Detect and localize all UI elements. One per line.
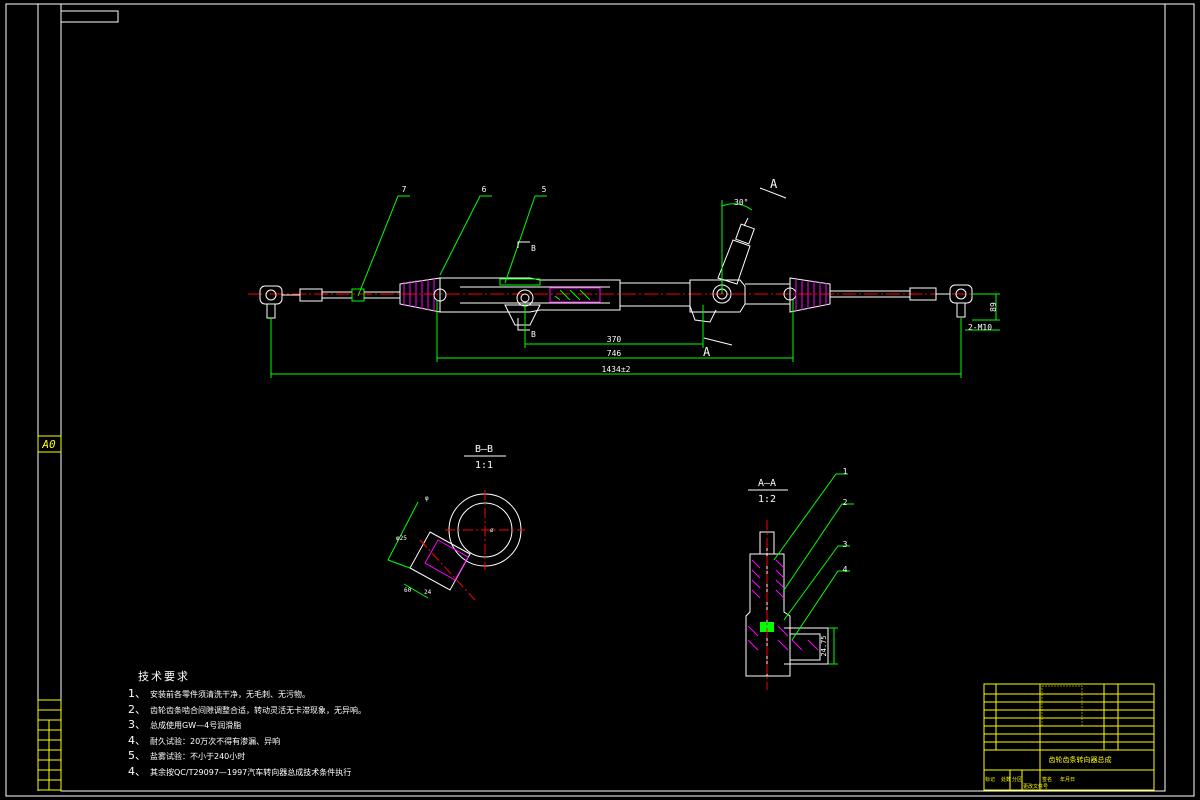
right-tie-rod-end (830, 284, 973, 318)
margin-stamp-block (37, 699, 62, 791)
left-boot (399, 277, 447, 313)
section-mark-a-top: A (770, 177, 778, 191)
section-cut-lines (517, 187, 787, 346)
section-aa-balloon-2: 2 (843, 498, 848, 507)
left-tie-rod (351, 288, 400, 302)
section-bb-dim4: ø (490, 527, 494, 534)
rack-housing (439, 277, 690, 326)
section-aa-balloon-1: 1 (843, 467, 848, 476)
tech-note-1: 1、 安装前各零件须清洗干净，无毛刺、无污物。 (128, 687, 310, 700)
section-bb-dim2: φ25 (396, 535, 407, 542)
balloon-7: 7 (402, 185, 407, 194)
section-aa-scale: 1:2 (758, 494, 776, 505)
svg-text:更改文件号: 更改文件号 (1023, 783, 1048, 790)
dim-thread: 2-M10 (968, 323, 992, 332)
dimension-lines (270, 293, 1000, 378)
svg-text:分区: 分区 (1012, 776, 1022, 783)
tech-note-6: 4、 其余按QC/T29097—1997汽车转向器总成技术条件执行 (128, 764, 352, 778)
section-mark-a-bottom: A (703, 345, 711, 359)
svg-text:标记: 标记 (985, 776, 995, 783)
svg-text:年月日: 年月日 (1060, 776, 1075, 783)
section-aa-dim: 24.75 (820, 635, 828, 656)
svg-text:签名: 签名 (1042, 776, 1052, 783)
tech-note-4: 4、 耐久试验：20万次不得有渗漏、异响 (128, 733, 281, 747)
right-boot (745, 277, 831, 313)
section-aa-title: A—A (758, 478, 776, 489)
section-bb-view: B—B 1:1 φ φ25 60 ø 24 (387, 444, 525, 601)
section-bb-dim5: 24 (424, 589, 432, 596)
section-aa-balloon-4: 4 (843, 565, 848, 574)
title-block (983, 683, 1155, 791)
technical-requirements: 技术要求 1、 安装前各零件须清洗干净，无毛刺、无污物。 2、 齿轮齿条啮合间隙调整… (128, 668, 366, 780)
title-block-parts-list (1041, 685, 1083, 727)
section-bb-dim3: 60 (404, 587, 412, 594)
dim-746: 746 (607, 349, 622, 358)
tech-notes-title: 技术要求 (138, 670, 190, 683)
section-mark-b-top: B (531, 244, 536, 253)
dim-89: 89 (989, 302, 998, 312)
tech-note-2: 2、 齿轮齿条啮合间隙调整合适，转动灵活无卡滞现象，无异响。 (128, 702, 366, 716)
section-mark-b-bottom: B (531, 330, 536, 339)
leader-lines (357, 195, 547, 297)
title-block-drawing-name: 齿轮齿条转向器总成 (1049, 755, 1112, 764)
section-bb-dim1: φ (425, 495, 429, 502)
section-bb-title: B—B (475, 444, 493, 455)
balloon-6: 6 (482, 185, 487, 194)
section-aa-view: A—A 1:2 1 2 3 4 24.75 (745, 467, 854, 690)
dim-370: 370 (607, 335, 622, 344)
tech-note-5: 5、 盐雾试验：不小于240小时 (128, 749, 246, 762)
dim-1434: 1434±2 (602, 365, 631, 374)
section-aa-balloon-3: 3 (843, 540, 848, 549)
svg-text:A0: A0 (41, 438, 56, 451)
section-bb-scale: 1:1 (475, 460, 493, 471)
balloon-5: 5 (542, 185, 547, 194)
left-tie-rod-end (259, 285, 352, 319)
main-assembly-view: 7 6 5 B B A A 30° 370 746 1434±2 89 2-M1… (248, 177, 1000, 378)
tech-note-3: 3、 总成使用GW—4号润滑脂 (128, 718, 242, 731)
sheet-size-label: A0 (37, 435, 62, 453)
angle-dim-label: 30° (734, 198, 748, 207)
title-block-columns: 标记 处数 分区 更改文件号 签名 年月日 (985, 776, 1075, 790)
svg-text:处数: 处数 (1001, 776, 1011, 783)
